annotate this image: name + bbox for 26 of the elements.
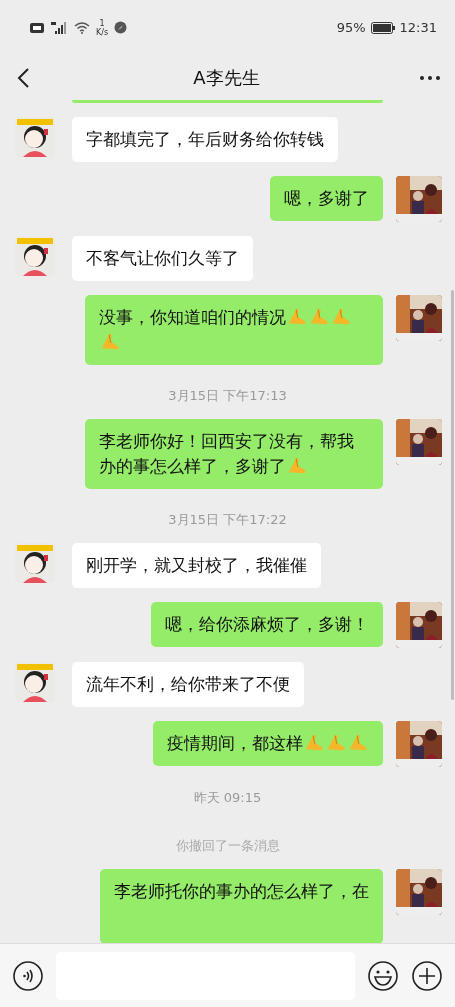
message-bubble: 字都填完了，年后财务给你转钱: [72, 117, 338, 162]
message-bubble: 李老师你好！回西安了没有，帮我办的事怎么样了，多谢了: [85, 419, 383, 489]
message-bubble: 流年不利，给你带来了不便: [72, 662, 304, 707]
battery-icon: [370, 21, 395, 34]
message-bubble: 嗯，多谢了: [270, 176, 383, 221]
message-bubble: 疫情期间，都这样: [153, 721, 383, 766]
battery-percent: 95%: [336, 20, 366, 35]
add-icon[interactable]: [411, 959, 443, 992]
timestamp: 3月15日 下午17:13: [167, 387, 288, 405]
wifi-icon: [74, 21, 90, 34]
hd-icon: [30, 22, 44, 33]
timestamp: 昨天 09:15: [192, 789, 263, 807]
timestamp: 3月15日 下午17:22: [167, 511, 288, 529]
more-icon[interactable]: [419, 73, 441, 82]
message-bubble: 没事，你知道咱们的情况: [85, 295, 383, 365]
message-bubble: 不客气让你们久等了: [72, 236, 253, 281]
chat-title: A李先生: [193, 65, 260, 90]
message-bubble: 刚开学，就又封校了，我催催: [72, 543, 321, 588]
signal-icon: [50, 21, 68, 34]
network-speed: 1 K/s: [96, 18, 109, 37]
message-bubble: 李老师托你的事办的怎么样了，在: [100, 869, 383, 943]
clock: 12:31: [399, 20, 437, 35]
message-bubble: 嗯，给你添麻烦了，多谢！: [151, 602, 383, 647]
voice-icon[interactable]: [12, 959, 44, 992]
compass-icon: [114, 21, 128, 34]
emoji-icon[interactable]: [367, 959, 399, 992]
